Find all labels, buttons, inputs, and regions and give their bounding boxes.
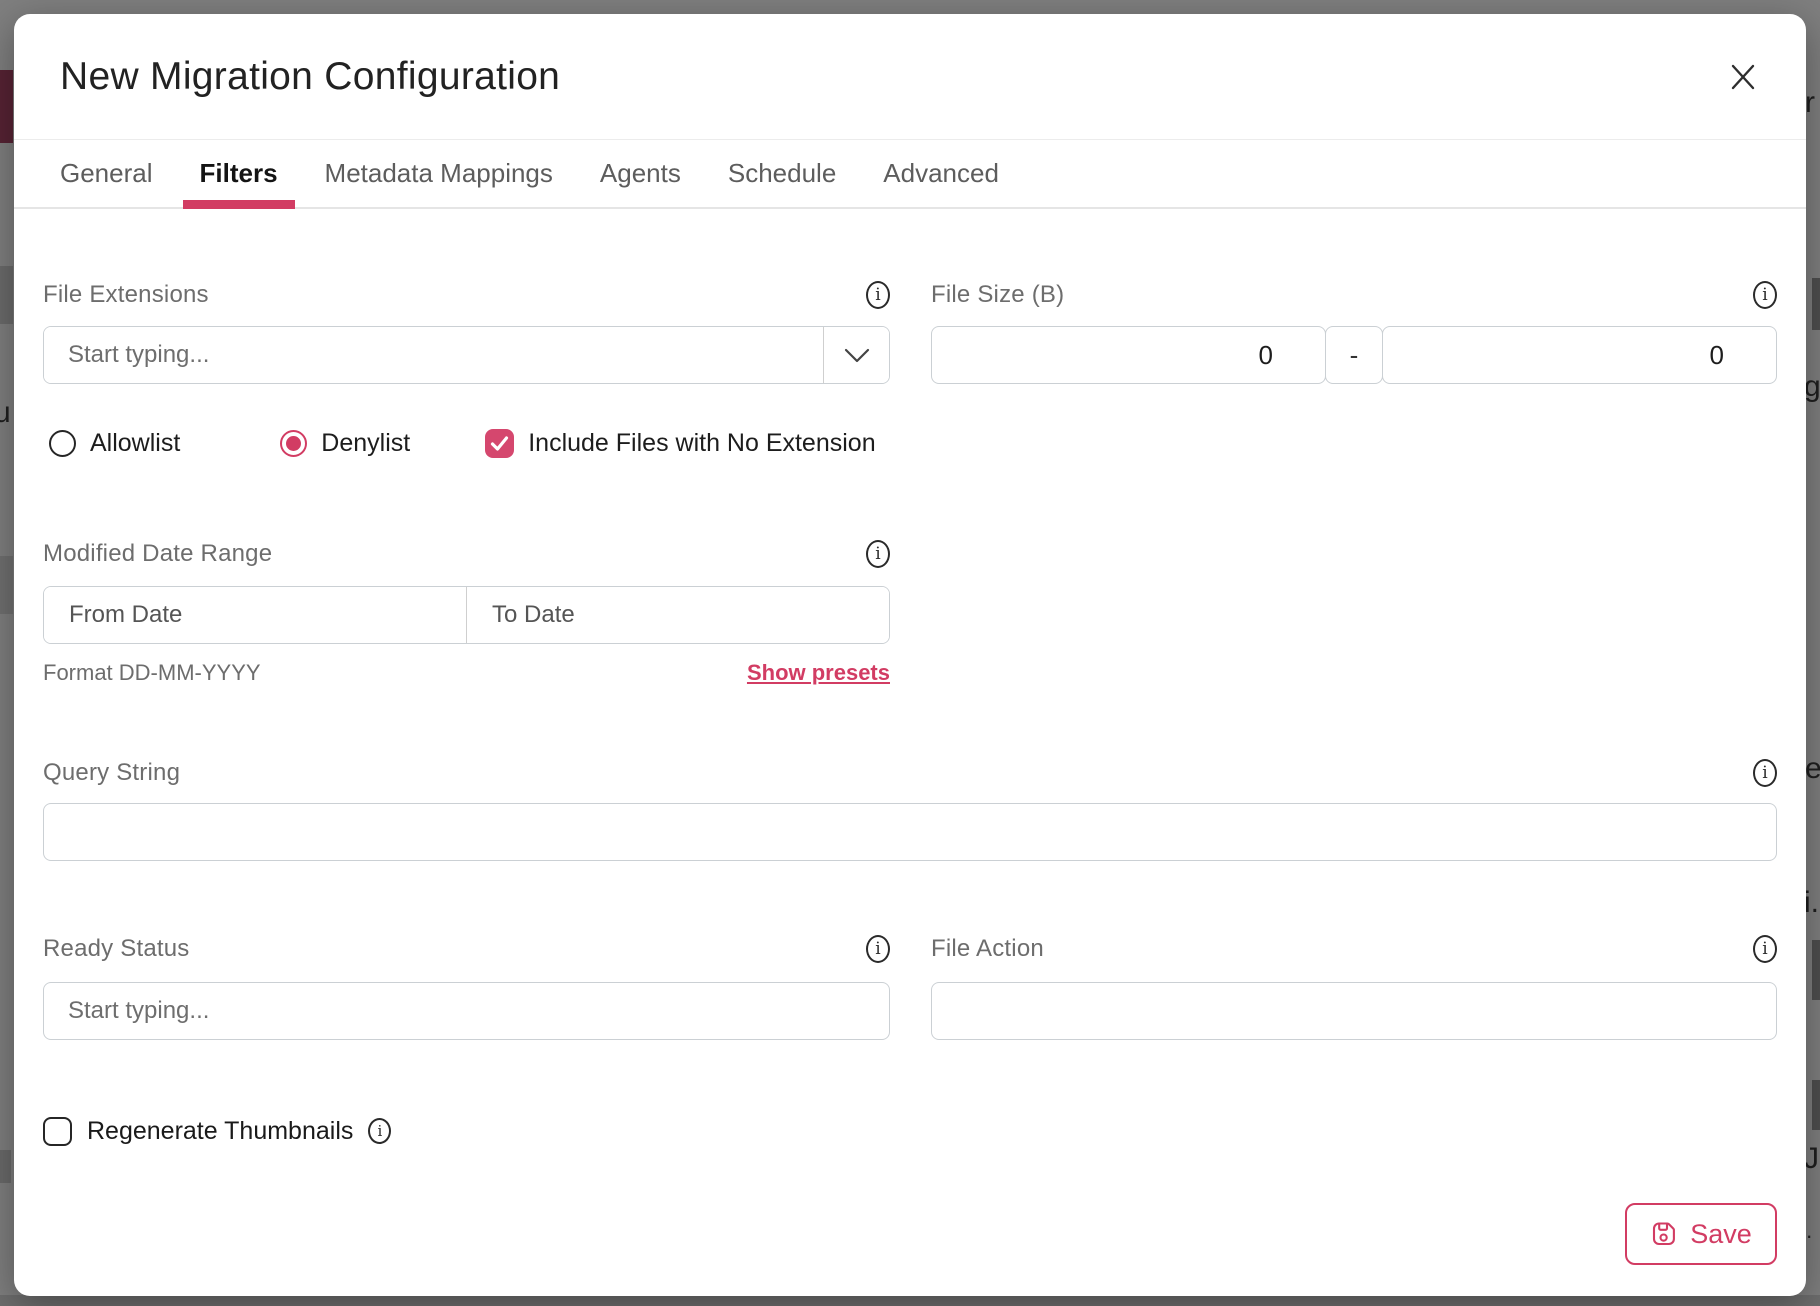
denylist-label: Denylist — [321, 429, 410, 458]
chevron-down-icon — [844, 348, 870, 363]
ready-status-label: Ready Status — [43, 935, 189, 963]
info-icon[interactable]: i — [1753, 281, 1777, 309]
save-button-label: Save — [1690, 1219, 1752, 1250]
save-icon — [1650, 1220, 1678, 1248]
background-fragment — [0, 1150, 11, 1183]
denylist-radio[interactable] — [280, 430, 307, 457]
regenerate-thumbnails-label: Regenerate Thumbnails — [87, 1117, 353, 1146]
file-extensions-input-group — [43, 326, 890, 384]
tab-advanced[interactable]: Advanced — [866, 140, 1016, 207]
file-size-min-input[interactable] — [931, 326, 1326, 384]
include-no-extension-checkbox[interactable] — [485, 429, 514, 458]
background-fragment — [1812, 278, 1820, 330]
background-fragment — [0, 556, 13, 614]
allowlist-option[interactable]: Allowlist — [49, 429, 180, 458]
query-string-label: Query String — [43, 759, 180, 787]
checkmark-icon — [485, 429, 514, 458]
file-size-max-input[interactable] — [1382, 326, 1777, 384]
background-fragment — [0, 1295, 1820, 1306]
background-text-fragment: i. — [1804, 886, 1820, 920]
list-mode-row: Allowlist Denylist Include Files with No… — [43, 427, 1777, 459]
file-size-label: File Size (B) — [931, 281, 1064, 309]
date-format-hint: Format DD-MM-YYYY — [43, 660, 261, 686]
filters-tab-panel: File Extensions i File Size (B) i - — [14, 209, 1806, 1296]
ready-status-input[interactable] — [43, 982, 890, 1040]
modal-header: New Migration Configuration — [14, 14, 1806, 140]
query-string-input[interactable] — [43, 803, 1777, 861]
file-extensions-dropdown-button[interactable] — [823, 327, 889, 383]
background-fragment — [0, 266, 13, 324]
allowlist-radio[interactable] — [49, 430, 76, 457]
background-text-fragment: e — [1805, 752, 1820, 786]
info-icon[interactable]: i — [866, 540, 890, 568]
file-action-label: File Action — [931, 935, 1044, 963]
info-icon[interactable]: i — [368, 1118, 391, 1144]
background-text-fragment: ul — [0, 396, 10, 430]
include-no-extension-label: Include Files with No Extension — [528, 429, 875, 458]
background-text-fragment: J. — [1804, 1142, 1820, 1176]
background-fragment — [1812, 940, 1820, 1000]
regenerate-thumbnails-option[interactable]: Regenerate Thumbnails i — [43, 1116, 1777, 1146]
file-action-input[interactable] — [931, 982, 1777, 1040]
info-icon[interactable]: i — [866, 281, 890, 309]
background-fragment — [1812, 1080, 1820, 1130]
modified-date-range-label: Modified Date Range — [43, 540, 272, 568]
modified-date-range-group — [43, 586, 890, 644]
info-icon[interactable]: i — [866, 935, 890, 963]
close-button[interactable] — [1722, 56, 1764, 98]
tab-filters[interactable]: Filters — [183, 140, 295, 207]
regenerate-thumbnails-checkbox[interactable] — [43, 1117, 72, 1146]
info-icon[interactable]: i — [1753, 759, 1777, 787]
tab-general[interactable]: General — [43, 140, 170, 207]
allowlist-label: Allowlist — [90, 429, 180, 458]
denylist-option[interactable]: Denylist — [280, 429, 410, 458]
save-button[interactable]: Save — [1625, 1203, 1777, 1265]
show-presets-link[interactable]: Show presets — [747, 660, 890, 686]
file-size-range-group: - — [931, 326, 1777, 384]
tab-metadata-mappings[interactable]: Metadata Mappings — [308, 140, 570, 207]
background-text-fragment: r — [1805, 86, 1820, 120]
background-text-fragment: g — [1804, 370, 1820, 404]
new-migration-configuration-modal: New Migration Configuration General Filt… — [14, 14, 1806, 1296]
modal-title: New Migration Configuration — [60, 55, 560, 99]
to-date-input[interactable] — [467, 587, 889, 643]
file-extensions-label: File Extensions — [43, 281, 209, 309]
from-date-input[interactable] — [44, 587, 466, 643]
close-icon — [1728, 62, 1758, 92]
include-no-extension-option[interactable]: Include Files with No Extension — [485, 429, 875, 458]
tab-schedule[interactable]: Schedule — [711, 140, 853, 207]
tab-agents[interactable]: Agents — [583, 140, 698, 207]
file-extensions-input[interactable] — [44, 327, 823, 383]
info-icon[interactable]: i — [1753, 935, 1777, 963]
background-maroon-fragment — [0, 70, 13, 143]
range-separator: - — [1325, 326, 1383, 384]
tab-bar: General Filters Metadata Mappings Agents… — [14, 140, 1806, 209]
